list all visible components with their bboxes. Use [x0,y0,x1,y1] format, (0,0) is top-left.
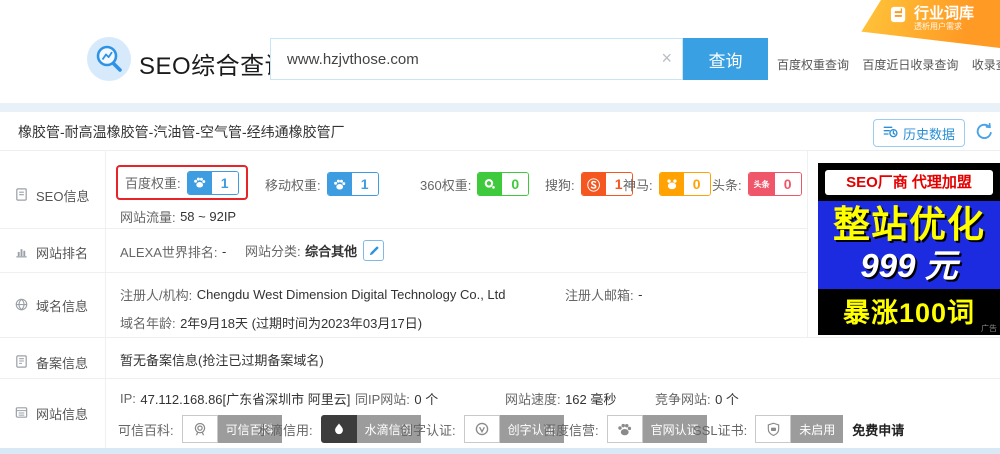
same-ip-sites: 同IP网站: 0 个 [355,392,439,407]
industry-thesaurus-ribbon[interactable]: 行业词库 透析用户需求 [861,0,1000,48]
weight-baidu: 百度权重: 1 [125,170,239,195]
baidu-paw-icon [187,171,212,194]
globe-icon [14,297,29,315]
bottom-band [0,448,1000,454]
queried-site-title: 橡胶管-耐高温橡胶管-汽油管-空气管-经纬通橡胶管厂 [18,124,345,140]
toutiao-weight-badge[interactable]: 头条 0 [747,172,802,196]
history-data-button[interactable]: 历史数据 [873,119,966,147]
icp-message: 暂无备案信息(抢注已过期备案域名) [120,353,324,368]
baidu-paw-icon [327,173,352,195]
sidebar-item-seo-info[interactable]: SEO信息 [0,186,89,205]
encyclopedia-seal-icon [181,415,218,443]
sidebar-item-website-info[interactable]: 网站信息 [0,404,88,423]
baidu-weight-badge[interactable]: 1 [186,170,239,195]
sidebar-item-icp-info[interactable]: 备案信息 [0,353,88,372]
sidebar-divider [105,150,106,454]
doc-icon [14,187,29,205]
header-divider-band [0,103,1000,112]
weight-360: 360权重: 0 [420,172,530,196]
sidebar-item-domain-info[interactable]: 域名信息 [0,296,88,315]
divider [0,150,1000,151]
shenma-weight-badge[interactable]: 0 [658,172,711,196]
ad-headline: SEO厂商 代理加盟 [825,170,993,195]
ssl-apply-link[interactable]: 免费申请 [852,420,904,439]
toutiao-logo-icon: 头条 [748,173,775,195]
nav-link-baidu-recent-index[interactable]: 百度近日收录查询 [862,58,958,72]
weight-sogou: 搜狗: Ⓢ 1 [545,172,633,196]
ip-info: IP: 47.112.168.86[广东省深圳市 阿里云] [120,391,351,407]
registrant: 注册人/机构: Chengdu West Dimension Digital T… [120,287,506,303]
360-logo-icon [478,173,503,195]
history-icon [883,124,898,142]
content-ad-divider [807,150,808,337]
sogou-s-icon: Ⓢ [581,173,606,195]
cert-baidu-xinying: 百度信营: 官网认证 [543,415,707,443]
nav-link-index-query[interactable]: 收录查询 [972,58,1000,72]
divider [0,378,1000,379]
ad-banner[interactable]: SEO厂商 代理加盟 整站优化 999 元 暴涨100词 广告 [818,163,1000,335]
registrant-email: 注册人邮箱: - [565,287,643,303]
competitor-sites: 竞争网站: 0 个 [655,392,739,407]
ribbon-title: 行业词库 [914,5,975,22]
ad-main-text: 整站优化 [833,204,985,245]
certificate-icon [14,354,29,372]
divider [0,337,1000,338]
ssl-shield-icon [755,415,792,443]
site-category: 网站分类: 综合其他 [245,240,385,261]
ad-price: 999 元 [860,246,958,284]
app-title: SEO综合查询 [139,53,290,80]
top-nav-links: 百度权重查询 百度近日收录查询 收录查询 [777,56,1000,73]
v-circle-icon [463,415,500,443]
list-icon [14,405,29,423]
seo-query-page: SEO综合查询 × 查询 百度权重查询 百度近日收录查询 收录查询 行业词库 透… [0,0,1000,454]
domain-age: 域名年龄: 2年9月18天 (过期时间为2023年03月17日) [120,316,423,331]
app-logo-icon [87,37,131,81]
divider [0,272,807,273]
weight-toutiao: 头条: 头条 0 [712,172,802,196]
shenma-logo-icon [659,173,684,195]
refresh-icon[interactable] [975,122,994,146]
divider [0,228,807,229]
cert-chuangzi: 创字认证: 创字认证 [400,415,564,443]
query-button[interactable]: 查询 [683,38,768,80]
360-weight-badge[interactable]: 0 [477,172,530,196]
site-traffic: 网站流量: 58 ~ 92IP [120,209,237,225]
baidu-weight-highlight-box: 百度权重: 1 [116,165,248,200]
ad-tag: 广告 [981,324,997,333]
sidebar-item-site-ranking[interactable]: 网站排名 [0,243,88,262]
weight-mobile: 移动权重: 1 [265,172,379,196]
search-input[interactable] [285,39,649,79]
alexa-rank: ALEXA世界排名: - [120,244,227,260]
word-book-icon [890,5,909,29]
edit-category-icon[interactable] [363,240,385,261]
cert-ssl: SSL证书: 未启用 免费申请 [693,415,904,443]
bar-chart-icon [14,244,29,262]
search-box: × [270,38,683,80]
cert-waterdrop: 水滴信用: 水滴信用 [257,415,421,443]
clear-icon[interactable]: × [661,48,672,69]
site-speed: 网站速度: 162 毫秒 [505,392,617,407]
mobile-weight-badge[interactable]: 1 [326,172,379,196]
ad-promo-text: 暴涨100词 [842,298,976,329]
water-drop-icon [320,415,357,443]
baidu-paw-icon [606,415,643,443]
ribbon-subtitle: 透析用户需求 [914,22,962,32]
weight-shenma: 神马: 0 [623,172,711,196]
nav-link-baidu-weight[interactable]: 百度权重查询 [777,58,849,72]
